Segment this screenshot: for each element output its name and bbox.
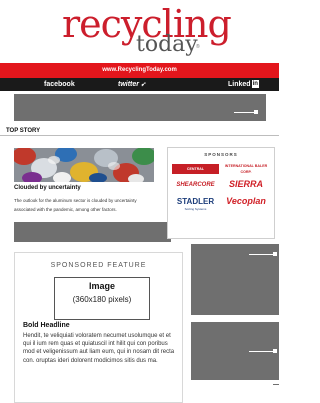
sponsor-logo-shearcore[interactable]: SHEARCORE (172, 182, 219, 188)
ad-callout-dot (273, 349, 277, 353)
sponsor-stadler-tagline: Sorting Systems (184, 207, 207, 211)
crushed-cans-illustration (14, 148, 154, 182)
ad-callout-line (249, 351, 275, 352)
linkedin-label: Linked (228, 81, 251, 88)
ad-callout-line (273, 384, 279, 385)
section-label: TOP STORY (6, 128, 41, 134)
story-image[interactable] (14, 148, 154, 182)
twitter-label: twitter (118, 81, 139, 88)
facebook-link[interactable]: facebook (44, 78, 75, 91)
sponsor-logo-international-baler[interactable]: INTERNATIONAL BALER CORP. (223, 163, 269, 175)
linkedin-link[interactable]: Linked in (228, 78, 259, 91)
twitter-bird-icon: ➶ (139, 82, 146, 88)
ad-callout-line (249, 254, 275, 255)
sponsors-title: SPONSORS (204, 152, 238, 157)
social-bar: facebook twitter ➶ Linked in (0, 78, 279, 91)
site-logo[interactable]: recycling today ® (0, 0, 279, 60)
sidebar-ad-placeholder-2[interactable] (191, 322, 279, 380)
sponsored-feature-label: SPONSORED FEATURE (50, 262, 147, 269)
feature-image-title: Image (88, 281, 115, 291)
sponsor-logo-sierra[interactable]: SIERRA (223, 179, 269, 189)
story-summary: The outlook for the aluminum sector is c… (14, 198, 137, 212)
twitter-link[interactable]: twitter ➶ (118, 78, 146, 92)
ad-callout-dot (254, 110, 258, 114)
sponsors-panel (167, 147, 275, 239)
sponsor-logo-central[interactable]: CENTRAL MANUFACTURING (172, 164, 219, 181)
site-url-bar[interactable]: www.RecyclingToday.com (0, 63, 279, 78)
sponsor-logo-vecoplan[interactable]: Vecoplan (223, 196, 269, 206)
leaderboard-ad-placeholder[interactable] (14, 94, 266, 121)
sidebar-ad-placeholder-1[interactable] (191, 244, 279, 315)
story-title[interactable]: Clouded by uncertainty (14, 185, 81, 191)
sponsor-logo-stadler[interactable]: STADLER (172, 197, 219, 206)
feature-body: Hendit, te veliquiati voloratem necumet … (23, 333, 175, 364)
ad-callout-line (234, 112, 256, 113)
ad-callout-dot (273, 252, 277, 256)
feature-image-size: (360x180 pixels) (72, 295, 132, 304)
linkedin-icon: in (251, 80, 259, 88)
site-url-link[interactable]: www.RecyclingToday.com (102, 67, 177, 73)
section-divider (0, 135, 279, 136)
logo-subwordmark: today (136, 32, 198, 57)
logo-trademark: ® (196, 44, 200, 50)
story-ad-placeholder[interactable] (14, 222, 171, 242)
feature-headline[interactable]: Bold Headline (23, 322, 70, 329)
